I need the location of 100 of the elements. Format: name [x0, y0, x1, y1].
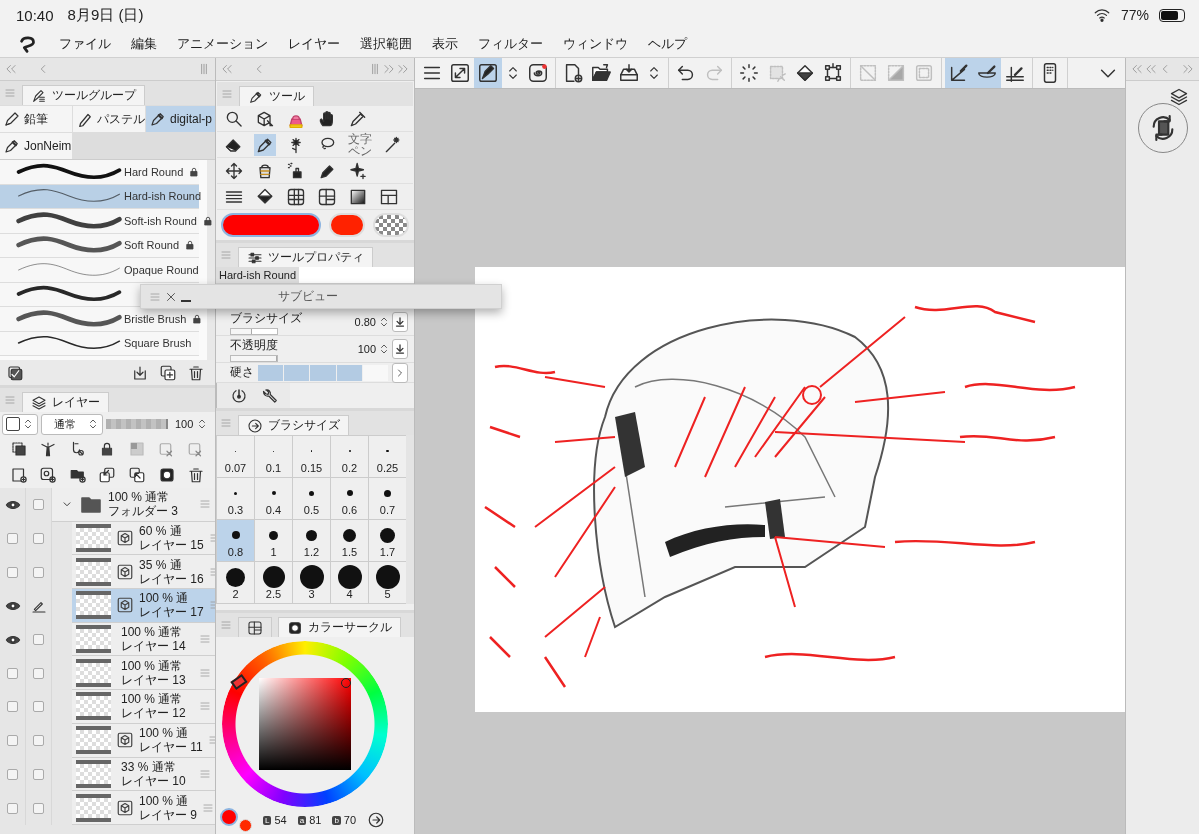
layer-checkbox[interactable] [33, 802, 44, 814]
layer-checkbox[interactable] [33, 634, 44, 646]
layer-item[interactable]: 100 % 通 レイヤー 9 [72, 791, 215, 825]
transfer-down-icon[interactable] [98, 466, 117, 484]
opacity-slider[interactable] [106, 419, 168, 429]
sub-color-chip[interactable] [239, 819, 252, 832]
snap-ruler-icon[interactable] [945, 58, 973, 88]
menu-item[interactable]: ファイル [59, 34, 111, 53]
pin-button[interactable] [392, 339, 408, 359]
sub-color-swatch[interactable] [329, 212, 365, 237]
brush-size-cell[interactable]: 0.15 [293, 436, 330, 477]
delete-icon[interactable] [187, 466, 206, 484]
brush-size-cell[interactable]: 5 [369, 562, 406, 603]
brush-size-cell[interactable]: 0.07 [217, 436, 254, 477]
brush-size-cell[interactable]: 0.4 [255, 478, 292, 519]
layer-item[interactable]: 100 % 通常 レイヤー 12 [72, 690, 215, 724]
layer-item[interactable]: 60 % 通 レイヤー 15 [72, 521, 215, 556]
visibility-checkbox[interactable] [7, 701, 18, 713]
subtool-tab[interactable]: 鉛筆 [0, 106, 72, 132]
drag-handle-icon[interactable] [207, 734, 215, 747]
menu-item[interactable]: アニメーション [177, 34, 268, 53]
menu-item[interactable]: レイヤー [288, 34, 340, 53]
menu-item[interactable]: 選択範囲 [360, 34, 412, 53]
pressure-icon[interactable] [230, 386, 248, 405]
visibility-checkbox[interactable] [7, 768, 18, 780]
layer-checkbox[interactable] [33, 768, 44, 780]
layer-item[interactable]: 100 % 通常 フォルダー 3 [52, 488, 215, 522]
visibility-checkbox[interactable] [7, 566, 18, 578]
panel-tab[interactable] [238, 617, 272, 637]
main-color-swatch[interactable] [221, 212, 321, 237]
blend-mode-select[interactable]: 通常 [41, 413, 103, 435]
drag-handle-icon[interactable] [199, 498, 211, 511]
brush-size-cell[interactable]: 3 [293, 562, 330, 603]
layer-item[interactable]: 33 % 通常 レイヤー 10 [72, 757, 215, 792]
layer-item[interactable]: 100 % 通常 レイヤー 14 [72, 622, 215, 657]
play-icon[interactable] [367, 811, 386, 829]
brush-size-cell[interactable]: 4 [331, 562, 368, 603]
brush-item[interactable]: Hard Round [0, 160, 199, 185]
delete-icon[interactable] [187, 363, 205, 382]
layer-item[interactable]: 100 % 通 レイヤー 17 [72, 589, 215, 623]
visibility-checkbox[interactable] [7, 533, 18, 545]
brush-item[interactable]: Bristle Brush [0, 307, 199, 332]
menu-item[interactable]: ヘルプ [648, 34, 687, 53]
color-square[interactable] [259, 678, 351, 770]
panel-tab[interactable]: ツールプロパティ [238, 247, 373, 267]
panel-tab[interactable]: ブラシサイズ [238, 415, 349, 435]
stepper-icon[interactable] [87, 418, 99, 430]
brush-size-cell[interactable]: 0.1 [255, 436, 292, 477]
close-button[interactable] [165, 290, 177, 303]
brush-size-cell[interactable]: 1 [255, 520, 292, 561]
layer-move-icon[interactable] [474, 58, 502, 88]
color-select[interactable] [2, 413, 38, 435]
layers-icon[interactable] [1169, 87, 1189, 107]
panel-tab[interactable]: ツール [239, 86, 314, 106]
layer-checkbox[interactable] [33, 499, 44, 511]
visibility-checkbox[interactable] [7, 735, 18, 747]
drag-handle-icon[interactable] [199, 767, 211, 780]
brush-size-cell[interactable]: 0.2 [331, 436, 368, 477]
menu-item[interactable]: 表示 [432, 34, 458, 53]
settings-icon[interactable] [262, 386, 280, 405]
brush-size-cell[interactable]: 1.5 [331, 520, 368, 561]
visibility-checkbox[interactable] [7, 667, 18, 679]
stepper-icon[interactable] [22, 418, 34, 430]
brush-size-cell[interactable]: 0.25 [369, 436, 406, 477]
layer-checkbox[interactable] [33, 735, 44, 747]
brush-size-cell[interactable]: 2 [217, 562, 254, 603]
layer-checkbox[interactable] [33, 566, 44, 578]
stepper-icon[interactable] [378, 343, 390, 355]
transfer-up-icon[interactable] [128, 466, 147, 484]
property-slider[interactable] [230, 354, 278, 362]
brush-size-cell[interactable]: 1.2 [293, 520, 330, 561]
subtool-tab[interactable]: パステル [73, 106, 145, 132]
brush-item[interactable]: Soft Round [0, 233, 199, 258]
new-layer-icon[interactable] [9, 466, 28, 484]
new-vector-layer-icon[interactable] [39, 466, 58, 484]
layer-checkbox[interactable] [33, 667, 44, 679]
stepper-icon[interactable] [378, 316, 390, 328]
panel-tab[interactable]: カラーサークル [278, 617, 401, 637]
drag-handle-icon[interactable] [202, 801, 214, 814]
drag-handle-icon[interactable] [199, 666, 211, 679]
layer-item[interactable]: 100 % 通常 レイヤー 13 [72, 656, 215, 691]
snap-curve-icon[interactable] [973, 58, 1001, 88]
panel-tab[interactable]: ツールグループ [22, 85, 145, 105]
property-slider[interactable] [230, 327, 278, 335]
menu-item[interactable]: 編集 [131, 34, 157, 53]
clip-icon[interactable] [9, 440, 28, 458]
pen-icon[interactable] [254, 133, 276, 156]
transparent-swatch[interactable] [373, 212, 409, 237]
subtool-tab[interactable]: digital-p [146, 106, 215, 132]
brush-size-cell[interactable]: 0.5 [293, 478, 330, 519]
brush-size-cell[interactable]: 2.5 [255, 562, 292, 603]
layer-item[interactable]: 100 % 通 レイヤー 11 [72, 723, 215, 758]
brush-size-cell[interactable]: 1.7 [369, 520, 406, 561]
brush-item[interactable]: Hard-ish Round [0, 184, 199, 209]
layer-item[interactable]: 35 % 通 レイヤー 16 [72, 555, 215, 590]
subtool-icon[interactable] [6, 363, 24, 382]
duplicate-icon[interactable] [159, 363, 177, 382]
drag-handle-icon[interactable] [199, 700, 211, 713]
menu-item[interactable]: ウィンドウ [563, 34, 628, 53]
subtool-tab[interactable]: JonNeim [0, 133, 72, 159]
